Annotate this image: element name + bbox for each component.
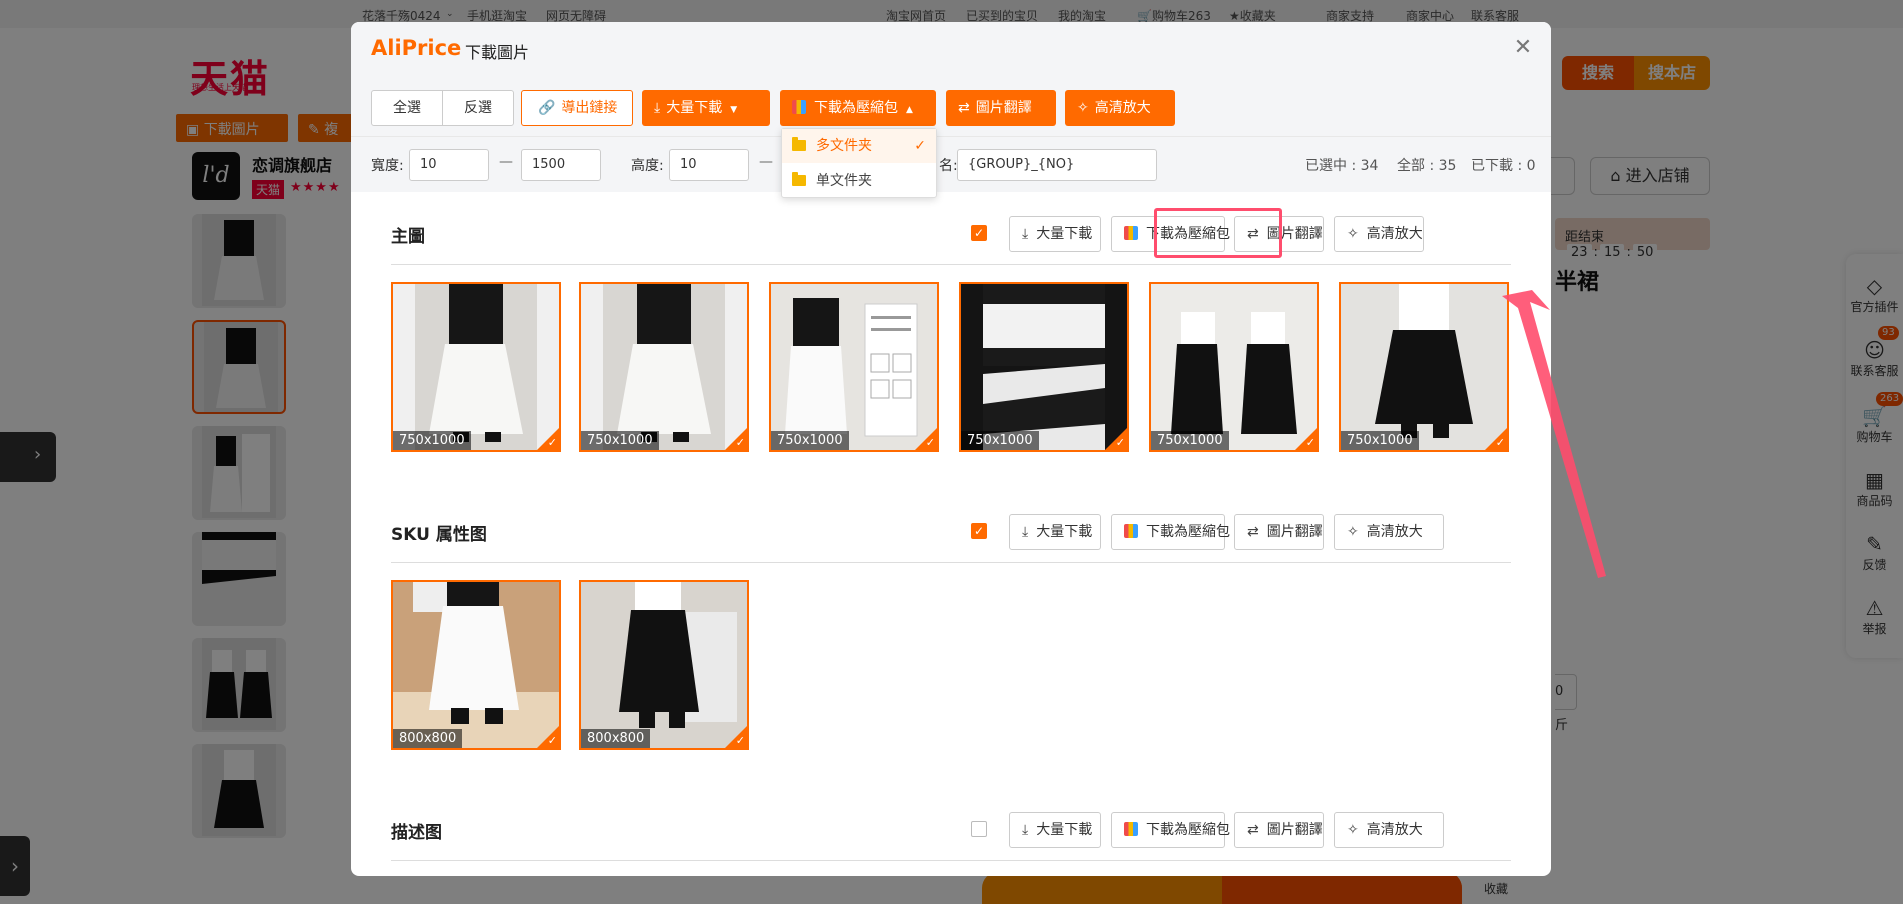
check-icon: ✓: [914, 138, 926, 154]
single-folder-option[interactable]: 单文件夹: [782, 164, 936, 198]
multi-folder-option[interactable]: 多文件夹 ✓: [782, 129, 936, 163]
folder-icon: [792, 172, 806, 186]
folder-icon: [792, 137, 806, 151]
annotation-arrow: [1502, 290, 1606, 578]
zip-mode-dropdown: 多文件夹 ✓ 单文件夹: [781, 128, 937, 198]
